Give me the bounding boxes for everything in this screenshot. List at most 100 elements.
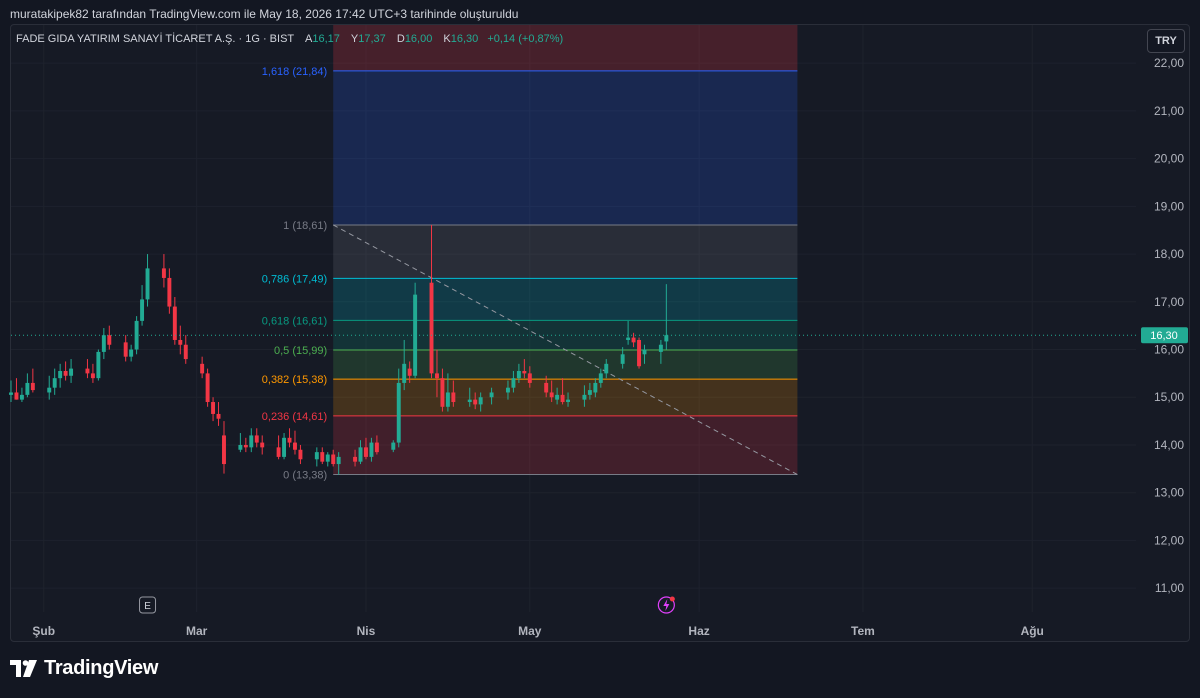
y-tick-label: 21,00 [1154, 104, 1184, 118]
fib-zone-0-236 [333, 415, 798, 475]
candle-body [631, 337, 636, 343]
x-tick-label: Şub [32, 624, 55, 638]
notification-dot [669, 596, 675, 602]
candle-body [637, 339, 641, 367]
candle-body [358, 447, 363, 462]
lightning-icon [663, 599, 670, 611]
candle-body [9, 392, 13, 395]
candle-body [593, 382, 598, 393]
candle-body [172, 306, 177, 340]
x-tick-label: Mar [186, 624, 208, 638]
candle-body [287, 437, 292, 443]
fib-level-label-0-382: 0,382 (15,38) [262, 374, 327, 386]
candle-body [407, 368, 412, 376]
candle-body [101, 335, 106, 352]
candle-body [238, 444, 243, 450]
candle-body [222, 435, 226, 465]
candle-body [145, 268, 150, 300]
fib-level-label-1-618: 1,618 (21,84) [262, 66, 327, 78]
candle-body [14, 392, 19, 400]
candle-body [440, 378, 445, 407]
candle-body [276, 447, 281, 457]
candle-body [566, 399, 571, 403]
candle-body [555, 394, 560, 400]
candle-body [664, 335, 669, 342]
fib-level-label-0-618: 0,618 (16,61) [262, 315, 327, 327]
candle-body [96, 351, 101, 379]
legend-symbol: FADE GIDA YATIRIM SANAYİ TİCARET A.Ş. · … [16, 33, 294, 45]
candle-body [161, 268, 166, 278]
legend-change-value: +0,14 (+0,87%) [487, 33, 564, 45]
candle-body [205, 373, 210, 403]
x-tick-label: Tem [851, 624, 875, 638]
x-tick-label: May [518, 624, 542, 638]
x-tick-label: Ağu [1021, 624, 1044, 638]
tradingview-logo[interactable]: TradingView [10, 657, 158, 680]
candle-body [331, 454, 336, 465]
candle-body [396, 382, 401, 443]
candle-body [183, 344, 188, 360]
candle-body [200, 363, 205, 374]
candle-body [325, 454, 330, 462]
legend-low-label: D [396, 33, 405, 45]
candle-body [107, 335, 112, 345]
candle-body [211, 402, 216, 414]
legend-close-value: 16,30 [450, 33, 479, 45]
candle-body [642, 349, 647, 355]
candle-body [451, 392, 456, 403]
fib-zone-0-786 [333, 278, 798, 321]
candle-body [506, 387, 510, 393]
candle-body [30, 382, 35, 391]
candle-body [582, 394, 587, 400]
legend-low-value: 16,00 [404, 33, 433, 45]
candle-body [243, 444, 248, 448]
candle-body [90, 373, 95, 379]
candle-body [429, 282, 434, 374]
candle-body [58, 370, 63, 379]
symbol-legend: FADE GIDA YATIRIM SANAYİ TİCARET A.Ş. · … [16, 33, 563, 45]
candle-body [620, 354, 625, 364]
candle-body [47, 387, 52, 393]
candle-body [374, 442, 379, 453]
fib-level-label-0-786: 0,786 (17,49) [262, 273, 327, 285]
candle-body [598, 373, 603, 383]
candle-body [658, 344, 663, 352]
fib-zone-top [333, 25, 798, 71]
fib-level-label-1: 1 (18,61) [283, 220, 327, 232]
y-tick-label: 16,00 [1154, 343, 1184, 357]
candle-body [52, 378, 57, 388]
currency-button[interactable]: TRY [1147, 29, 1185, 53]
candle-body [544, 382, 549, 393]
candle-body [626, 337, 631, 340]
candle-body [140, 299, 145, 321]
candle-body [320, 452, 325, 462]
candle-body [549, 392, 554, 398]
fib-zone-1 [333, 224, 798, 279]
candle-body [527, 373, 532, 383]
legend-high-value: 17,37 [358, 33, 386, 45]
candle-body [402, 363, 407, 383]
candle-body [293, 442, 297, 450]
candle-body [260, 442, 265, 448]
candle-body [435, 373, 439, 379]
y-tick-label: 22,00 [1154, 56, 1184, 70]
candle-body [445, 392, 450, 407]
candle-body [364, 447, 368, 457]
price-chart[interactable]: 0 (13,38) 0,236 (14,61) 0,382 (15,38) 0,5 (… [0, 0, 1200, 648]
candle-body [489, 392, 494, 398]
y-tick-label: 18,00 [1154, 247, 1184, 261]
candle-body [178, 339, 183, 345]
y-tick-label: 14,00 [1154, 438, 1184, 452]
y-tick-label: 11,00 [1155, 581, 1184, 595]
candle-body [467, 399, 472, 403]
candle-body [314, 452, 319, 460]
candle-body [282, 437, 287, 457]
candle-body [167, 277, 172, 307]
candle-body [69, 368, 74, 376]
earnings-marker-label: E [144, 601, 151, 612]
tradingview-wordmark: TradingView [44, 657, 159, 679]
candle-body [478, 397, 483, 405]
legend-close-label: K [443, 33, 451, 45]
last-price-label: 16,30 [1150, 330, 1178, 342]
candle-body [511, 378, 516, 388]
